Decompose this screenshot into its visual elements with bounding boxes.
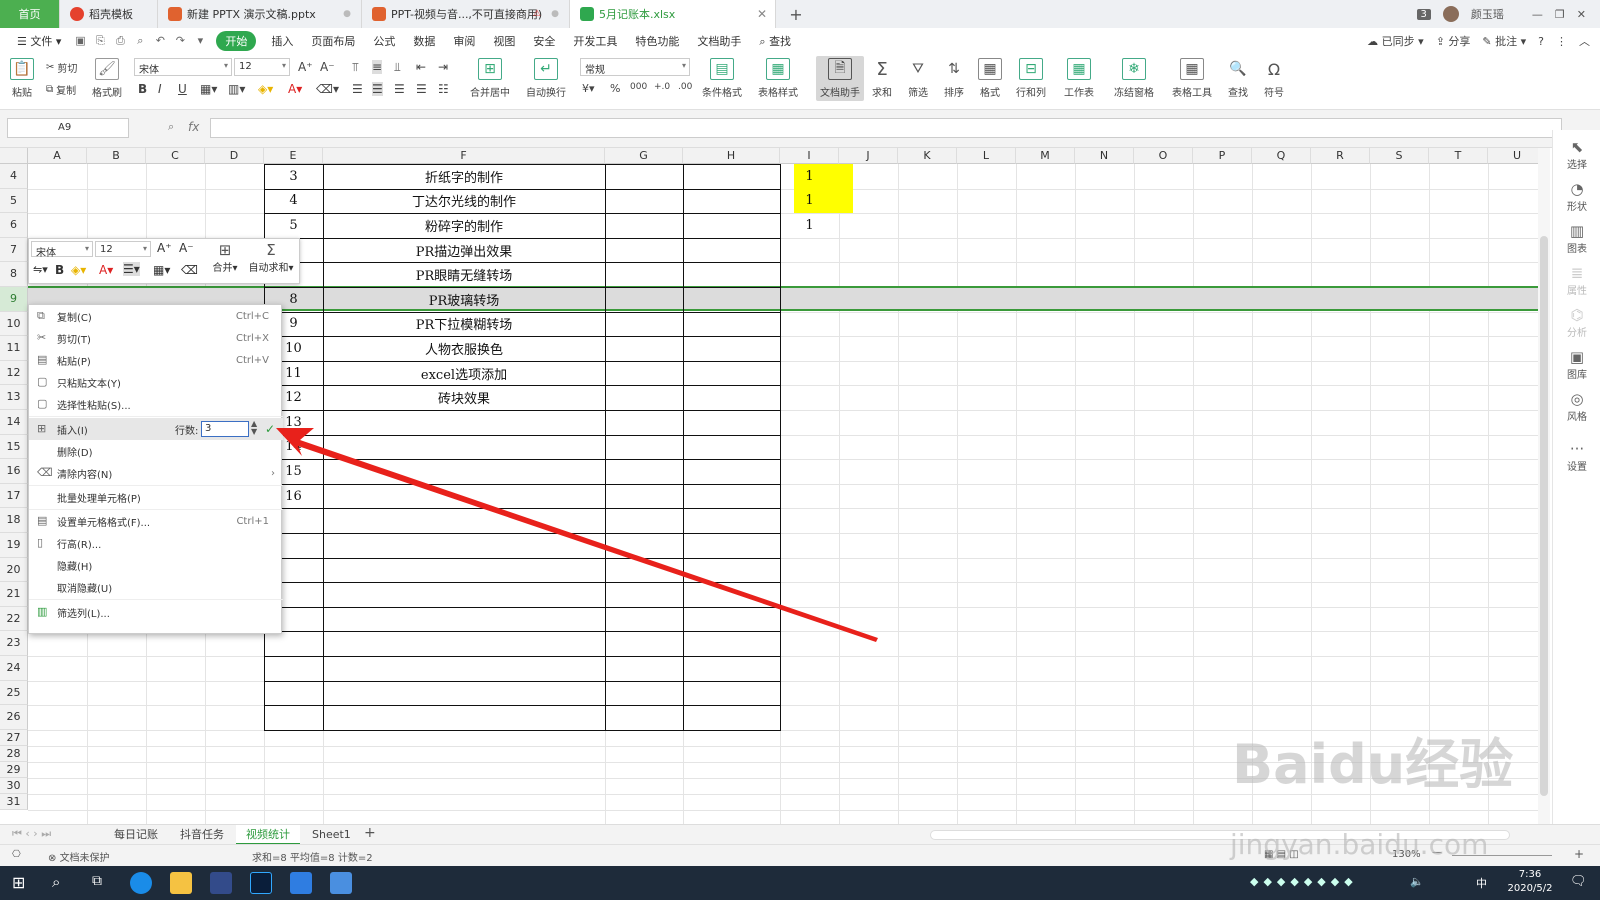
zoom-in-icon[interactable]: + <box>1574 847 1584 861</box>
arrow-shape <box>276 428 878 642</box>
ime-indicator[interactable]: 中 <box>1476 875 1487 891</box>
file-explorer-icon[interactable] <box>170 872 192 894</box>
sheet-nav-icons[interactable]: ⏮ ‹ › ⏭ <box>12 827 51 841</box>
protect-status[interactable]: ⊗ 文档未保护 <box>48 849 110 864</box>
app-icon[interactable] <box>210 872 232 894</box>
baidu-watermark: Baidu经验 <box>1232 733 1514 796</box>
clock-date: 2020/5/2 <box>1507 883 1553 894</box>
windows-taskbar: ⊞ ⌕ ⧉ ◆◆◆◆◆◆◆◆ 🔈 中 7:36 2020/5/2 🗨 <box>0 866 1600 900</box>
speaker-icon[interactable]: 🔈 <box>1410 875 1424 888</box>
taskbar-search-icon[interactable]: ⌕ <box>52 873 60 891</box>
add-sheet-icon[interactable]: + <box>364 825 376 841</box>
sheet-tab-douyin[interactable]: 抖音任务 <box>170 825 234 845</box>
sheet-tab-video[interactable]: 视频统计 <box>236 825 300 845</box>
notification-icon[interactable]: 🗨 <box>1570 874 1587 889</box>
browser-icon[interactable] <box>130 872 152 894</box>
wps-icon[interactable] <box>330 872 352 894</box>
clock-time: 7:36 <box>1518 869 1542 880</box>
baidu-watermark-url: jingyan.baidu.com <box>1230 828 1489 861</box>
sheet-tab-daily[interactable]: 每日记账 <box>104 825 168 845</box>
clock[interactable]: 7:36 2020/5/2 <box>1500 868 1560 896</box>
sheet-tab-sheet1[interactable]: Sheet1 <box>302 825 361 845</box>
app-icon[interactable] <box>290 872 312 894</box>
photoshop-icon[interactable] <box>250 872 272 894</box>
macro-icon[interactable]: ⎔ <box>12 849 21 860</box>
selection-stats: 求和=8 平均值=8 计数=2 <box>252 853 373 864</box>
windows-start-icon[interactable]: ⊞ <box>12 873 25 892</box>
system-tray-icons[interactable]: ◆◆◆◆◆◆◆◆ <box>1250 875 1358 888</box>
task-view-icon[interactable]: ⧉ <box>92 873 102 889</box>
protect-label: 文档未保护 <box>59 853 110 864</box>
